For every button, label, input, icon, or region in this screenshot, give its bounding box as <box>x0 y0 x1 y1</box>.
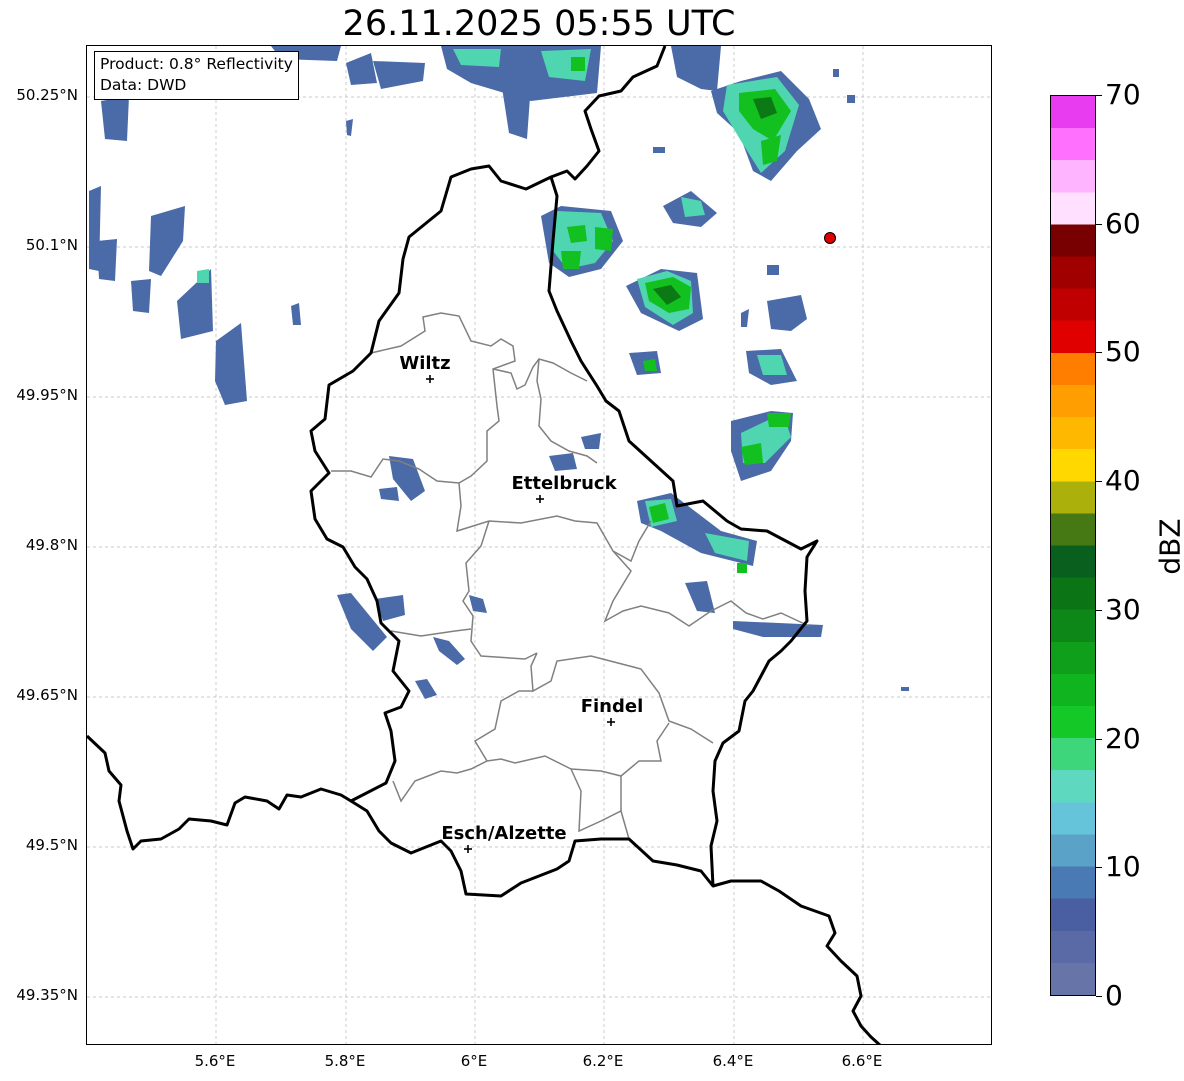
luxembourg-border <box>309 164 819 898</box>
lon-label: 5.6°E <box>194 1052 236 1070</box>
lat-label: 50.25°N <box>16 86 78 104</box>
colorbar-tick-label: 10 <box>1105 850 1141 883</box>
radar-map[interactable]: Wiltz Ettelbruck Findel Esch/Alzette <box>86 45 992 1045</box>
lat-label: 49.65°N <box>16 686 78 704</box>
radar-site-marker <box>824 232 836 244</box>
colorbar-tick-label: 70 <box>1105 78 1141 111</box>
colorbar-tick-mark <box>1096 352 1102 353</box>
lon-label: 6.6°E <box>841 1052 883 1070</box>
lat-label: 49.95°N <box>16 386 78 404</box>
colorbar-tick-mark <box>1096 867 1102 868</box>
map-canvas: Wiltz Ettelbruck Findel Esch/Alzette <box>87 46 991 1044</box>
colorbar-tick-mark <box>1096 95 1102 96</box>
colorbar-tick-label: 20 <box>1105 722 1141 755</box>
city-label-findel: Findel <box>581 696 644 717</box>
map-title: 26.11.2025 05:55 UTC <box>342 4 736 44</box>
colorbar-tick-label: 0 <box>1105 979 1123 1012</box>
colorbar-tick-label: 30 <box>1105 593 1141 626</box>
lat-label: 50.1°N <box>25 236 78 254</box>
data-source-label: Data: DWD <box>100 76 187 94</box>
france-germany-border <box>712 879 882 1044</box>
colorbar-tick-mark <box>1096 481 1102 482</box>
product-label: Product: 0.8° Reflectivity <box>100 55 293 73</box>
gridlines <box>87 46 991 1044</box>
country-borders <box>87 46 882 1044</box>
lat-label: 49.8°N <box>25 536 78 554</box>
colorbar-tick-label: 50 <box>1105 335 1141 368</box>
lon-label: 6°E <box>460 1052 488 1070</box>
city-label-wiltz: Wiltz <box>399 353 450 374</box>
radar-echoes <box>89 46 909 699</box>
colorbar-tick-label: 60 <box>1105 207 1141 240</box>
lon-label: 5.8°E <box>324 1052 366 1070</box>
echo-cells-moderate <box>197 49 799 561</box>
colorbar-tick-mark <box>1096 610 1102 611</box>
colorbar <box>1050 95 1096 996</box>
lon-label: 6.2°E <box>582 1052 624 1070</box>
france-belgium-border <box>87 734 352 851</box>
lon-label: 6.4°E <box>712 1052 754 1070</box>
lat-label: 49.5°N <box>25 836 78 854</box>
colorbar-tick-mark <box>1096 996 1102 997</box>
colorbar-tick-label: 40 <box>1105 464 1141 497</box>
city-label-ettelbruck: Ettelbruck <box>511 473 617 494</box>
colorbar-label: dBZ <box>1153 518 1184 575</box>
lat-label: 49.35°N <box>16 986 78 1004</box>
colorbar-tick-mark <box>1096 224 1102 225</box>
colorbar-tick-mark <box>1096 739 1102 740</box>
canton-boundaries <box>331 312 810 840</box>
city-label-esch-alzette: Esch/Alzette <box>441 823 566 844</box>
city-labels: Wiltz Ettelbruck Findel Esch/Alzette <box>399 353 643 844</box>
info-box: Product: 0.8° Reflectivity Data: DWD <box>94 51 299 100</box>
